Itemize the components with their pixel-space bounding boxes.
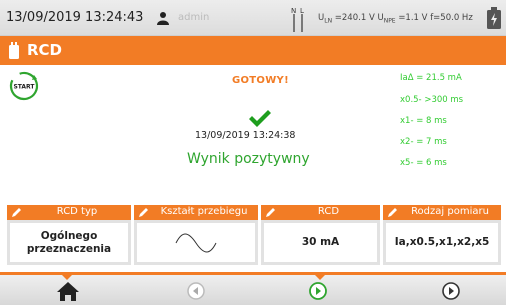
play-icon[interactable]: [305, 279, 331, 303]
battery-icon: [487, 7, 501, 29]
result-verdict: Wynik pozytywny: [187, 151, 310, 167]
card-body: Ia,x0.5,x1,x2,x5: [386, 223, 498, 262]
card-header: Kształt przebiegu: [134, 205, 258, 220]
next-arrow-icon[interactable]: [438, 279, 464, 303]
rcd-current-card[interactable]: RCD 30 mA: [261, 205, 380, 265]
plug-icon: N L: [291, 7, 304, 32]
current-datetime: 13/09/2019 13:24:43: [6, 10, 144, 25]
upe-value: =1.1 V: [398, 13, 428, 23]
uln-sub: LN: [324, 17, 333, 25]
card-body: Ogólnego przeznaczenia: [10, 223, 128, 262]
card-value: 30 mA: [301, 236, 340, 248]
start-button-label: START: [13, 84, 35, 91]
upe-sub: NPE: [383, 17, 396, 25]
plug-l-letter: L: [300, 7, 304, 15]
bottom-navigation: [0, 272, 506, 305]
status-text: GOTOWY!: [232, 75, 289, 86]
pencil-icon: [139, 208, 148, 217]
result-item: IaΔ = 21.5 mA: [400, 73, 462, 83]
home-icon[interactable]: [55, 279, 81, 303]
user-icon: [157, 12, 169, 25]
plug-n-letter: N: [291, 7, 296, 15]
page-title: RCD: [27, 41, 63, 59]
back-arrow-icon[interactable]: [183, 279, 209, 303]
frequency-value: f=50.0 Hz: [430, 13, 473, 23]
pencil-icon: [12, 208, 21, 217]
sine-wave-icon: [175, 233, 217, 252]
voltage-readings: ULN =240.1 V UNPE =1.1 V f=50.0 Hz: [318, 13, 473, 25]
user-name: admin: [178, 12, 210, 23]
card-header: RCD: [261, 205, 380, 220]
rcd-device-icon: [9, 42, 19, 59]
card-header-label: Kształt przebiegu: [160, 206, 248, 217]
card-value-line1: Ogólnego: [40, 229, 98, 242]
rcd-type-card[interactable]: RCD typ Ogólnego przeznaczenia: [7, 205, 131, 265]
card-body: 30 mA: [264, 223, 377, 262]
uln-value: =240.1 V: [334, 13, 375, 23]
card-value-line2: przeznaczenia: [26, 242, 112, 255]
title-bar: RCD: [0, 36, 506, 65]
result-item: x2- = 7 ms: [400, 137, 447, 147]
status-bar: 13/09/2019 13:24:43 admin N L ULN =240.1…: [0, 0, 506, 36]
waveform-card[interactable]: Kształt przebiegu: [134, 205, 258, 265]
card-header-label: Rodzaj pomiaru: [411, 206, 489, 217]
pencil-icon: [388, 208, 397, 217]
pencil-icon: [266, 208, 275, 217]
card-header: RCD typ: [7, 205, 131, 220]
card-header-label: RCD: [317, 206, 340, 217]
result-item: x0.5- >300 ms: [400, 95, 464, 105]
measurement-type-card[interactable]: Rodzaj pomiaru Ia,x0.5,x1,x2,x5: [383, 205, 501, 265]
card-value: Ia,x0.5,x1,x2,x5: [394, 236, 490, 248]
result-item: x5- = 6 ms: [400, 158, 447, 168]
card-body: [137, 223, 255, 262]
card-header-label: RCD typ: [56, 206, 98, 217]
result-item: x1- = 8 ms: [400, 116, 447, 126]
start-button[interactable]: START: [8, 70, 40, 102]
checkmark-icon: [249, 110, 271, 127]
card-header: Rodzaj pomiaru: [383, 205, 501, 220]
card-value: Ogólnego przeznaczenia: [27, 230, 111, 256]
measurement-timestamp: 13/09/2019 13:24:38: [195, 130, 296, 141]
